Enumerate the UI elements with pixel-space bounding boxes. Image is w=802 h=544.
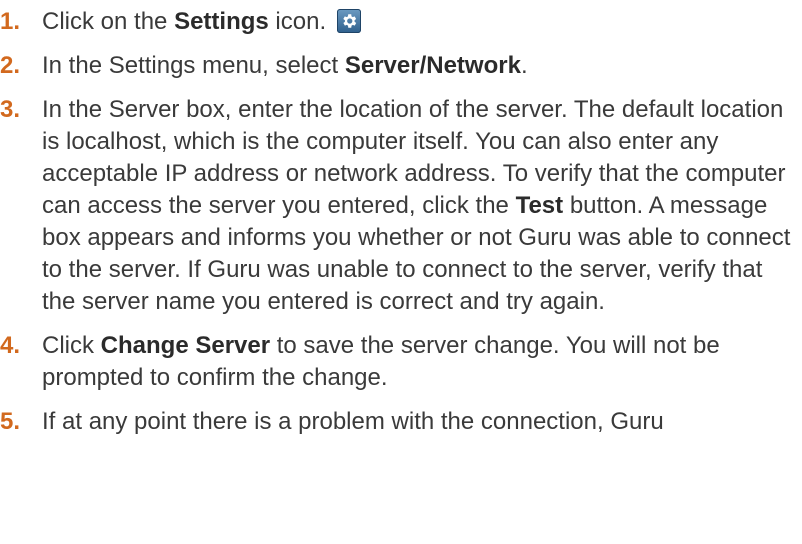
step-5: 5. If at any point there is a problem wit…: [0, 406, 802, 438]
step-text: In the Server box, enter the location of…: [42, 96, 790, 315]
step-text-run: If at any point there is a problem with …: [42, 408, 664, 435]
emphasized-term: Settings: [174, 8, 269, 35]
step-2: 2. In the Settings menu, select Server/Ne…: [0, 50, 802, 82]
instruction-steps: 1. Click on the Settings icon. 2. In the S…: [0, 6, 802, 450]
settings-gear-icon: [336, 9, 361, 33]
emphasized-term: Change Server: [100, 332, 271, 359]
step-number: 1.: [0, 8, 21, 35]
step-1: 1. Click on the Settings icon.: [0, 6, 802, 38]
step-text-run: In the Settings menu, select: [42, 52, 345, 79]
step-text-run: icon.: [268, 8, 327, 35]
step-text: Click Change Server to save the server c…: [42, 332, 720, 391]
emphasized-term: Test: [515, 192, 564, 219]
step-number: 5.: [0, 408, 21, 435]
emphasized-term: Server/Network: [344, 52, 521, 79]
step-text-run: Click: [42, 332, 101, 359]
step-number: 3.: [0, 96, 21, 123]
step-number: 4.: [0, 332, 21, 359]
step-text: In the Settings menu, select Server/Netw…: [42, 52, 528, 79]
step-text-run: .: [520, 52, 528, 79]
step-text: Click on the Settings icon.: [42, 8, 326, 35]
step-4: 4. Click Change Server to save the server…: [0, 330, 802, 394]
step-number: 2.: [0, 52, 21, 79]
step-text: If at any point there is a problem with …: [42, 408, 664, 435]
step-text-run: Click on the: [42, 8, 175, 35]
step-3: 3. In the Server box, enter the location …: [0, 94, 802, 318]
